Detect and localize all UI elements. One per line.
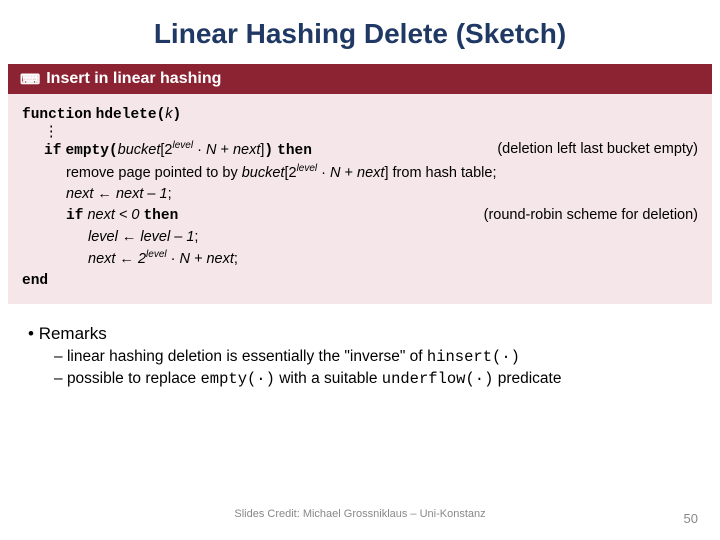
code-block: function hdelete(k) ⋮ if empty(bucket[2l… <box>8 94 712 304</box>
remark-item-2: – possible to replace empty(·) with a su… <box>54 370 692 388</box>
kw-if: if <box>44 143 61 159</box>
keyboard-icon: ⌨ <box>20 71 40 88</box>
fn-name: hdelete( <box>96 107 166 123</box>
kw-function: function <box>22 107 92 123</box>
page-number: 50 <box>684 511 698 526</box>
ellipsis-vertical-icon: ⋮ <box>22 126 698 139</box>
remarks-heading: • Remarks <box>28 324 692 344</box>
kw-if2: if <box>66 208 83 224</box>
remark-item-1: – linear hashing deletion is essentially… <box>54 348 692 366</box>
note-round-robin: (round-robin scheme for deletion) <box>484 205 698 226</box>
section-banner: ⌨ Insert in linear hashing <box>8 64 712 94</box>
banner-label: Insert in linear hashing <box>46 70 221 88</box>
kw-then: then <box>277 143 312 159</box>
remove-line: remove page pointed to by bucket[2level … <box>66 165 497 181</box>
slide-title: Linear Hashing Delete (Sketch) <box>0 0 720 64</box>
kw-then2: then <box>143 208 178 224</box>
next-assign2: next ← 2 <box>88 251 146 267</box>
next-assign: next ← next – 1 <box>66 186 168 202</box>
footer-credit: Slides Credit: Michael Grossniklaus – Un… <box>0 508 720 520</box>
note-deletion-empty: (deletion left last bucket empty) <box>497 139 698 160</box>
level-assign: level ← level – 1 <box>88 229 194 245</box>
fn-arg: k <box>165 106 172 122</box>
remarks-section: • Remarks – linear hashing deletion is e… <box>0 304 720 388</box>
kw-end: end <box>22 273 48 289</box>
